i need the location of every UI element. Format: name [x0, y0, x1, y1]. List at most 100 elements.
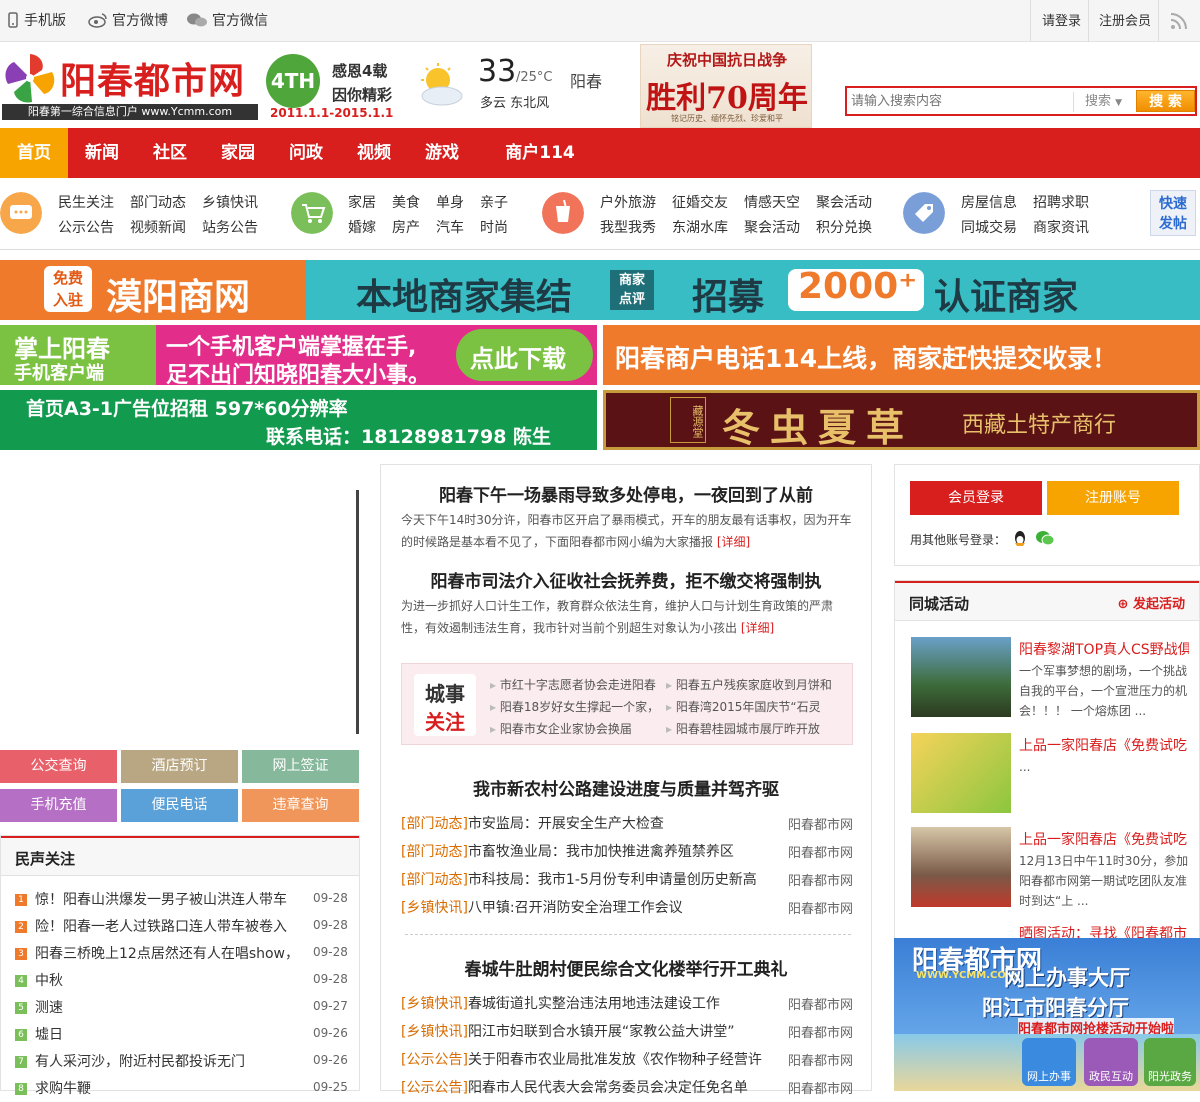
list-item[interactable]: 1 惊！阳春山洪爆发一男子被山洪连人带车 09-28	[15, 889, 351, 913]
headline-link[interactable]: 阳春下午一场暴雨导致多处停电，一夜回到了从前	[381, 481, 871, 506]
public-phone-button[interactable]: 便民电话	[121, 789, 238, 822]
news-category[interactable]: [部门动态]	[401, 816, 468, 832]
news-category[interactable]: [公示公告]	[401, 1052, 468, 1068]
list-item[interactable]: 6 墟日 09-26	[15, 1024, 351, 1048]
mobile-link[interactable]: 手机版	[6, 10, 66, 30]
mercantile-banner-ad[interactable]: 免费 入驻 漠阳商网 本地商家集结 商家 点评 招募 2000⁺ 认证商家	[0, 260, 1200, 320]
phone-recharge-button[interactable]: 手机充值	[0, 789, 117, 822]
headline-link[interactable]: 阳春市司法介入征收社会抚养费，拒不缴交将强制执	[381, 567, 871, 592]
news-row[interactable]: [部门动态]市畜牧渔业局：我市加快推进禽养殖禁养区 阳春都市网	[401, 841, 853, 863]
news-category[interactable]: [公示公告]	[401, 1080, 468, 1096]
news-row[interactable]: [公示公告]关于阳春市农业局批准发放《农作物种子经营许 阳春都市网	[401, 1049, 853, 1071]
subnav-link[interactable]: 家居	[348, 192, 376, 212]
nav-merchants-114[interactable]: 商户114	[490, 128, 590, 178]
subnav-link[interactable]: 聚会活动	[744, 217, 800, 237]
list-item[interactable]: 7 有人采河沙，附近村民都投诉无门 09-26	[15, 1051, 351, 1075]
subnav-link[interactable]: 视频新闻	[130, 217, 186, 237]
headline-link[interactable]: 我市新农村公路建设进度与质量并驾齐驱	[381, 775, 871, 800]
rss-link[interactable]	[1170, 12, 1188, 30]
city-focus-link[interactable]: 市红十字志愿者协会走进阳春	[490, 676, 656, 693]
wechat-link[interactable]: 官方微信	[186, 10, 268, 30]
subnav-link[interactable]: 情感天空	[744, 192, 800, 212]
activity-title[interactable]: 阳春黎湖TOP真人CS野战俱	[1019, 639, 1189, 659]
list-item[interactable]: 3 阳春三桥晚上12点居然还有人在唱show， 09-28	[15, 943, 351, 967]
headline-link[interactable]: 春城牛肚朗村便民综合文化楼举行开工典礼	[381, 955, 871, 980]
register-link[interactable]: 注册会员	[1099, 10, 1151, 29]
merchant-114-banner-ad[interactable]: 阳春商户电话114上线，商家赶快提交收录！	[603, 325, 1200, 385]
weather-widget[interactable]: 33 /25°C 阳春 多云 东北风	[416, 54, 616, 118]
victory-anniversary-banner[interactable]: 庆祝中国抗日战争 胜利70周年 铭记历史、缅怀先烈、珍爱和平	[640, 44, 812, 128]
subnav-link[interactable]: 积分兑换	[816, 217, 872, 237]
subnav-link[interactable]: 时尚	[480, 217, 508, 237]
news-row[interactable]: [公示公告]阳春市人民代表大会常务委员会决定任免名单 阳春都市网	[401, 1077, 853, 1099]
subnav-link[interactable]: 聚会活动	[816, 192, 872, 212]
online-service-float-ad[interactable]: 阳春都市网 WWW.YCMM.COM 网上办事大厅 阳江市阳春分厅 阳春都市网抢…	[894, 938, 1200, 1091]
gov-interaction-button[interactable]: 政民互动	[1084, 1038, 1138, 1086]
news-category[interactable]: [乡镇快讯]	[401, 900, 468, 916]
news-row[interactable]: [部门动态]市安监局：开展安全生产大检查 阳春都市网	[401, 813, 853, 835]
member-login-button[interactable]: 会员登录	[910, 481, 1042, 515]
login-link[interactable]: 请登录	[1042, 10, 1081, 29]
ad-slot-rental-banner[interactable]: 首页A3-1广告位招租 597*60分辨率 联系电话：18128981798 陈…	[0, 390, 597, 450]
nav-politics[interactable]: 问政	[272, 128, 340, 178]
search-type-dropdown[interactable]: 搜索 ▼	[1073, 92, 1133, 112]
subnav-link[interactable]: 婚嫁	[348, 217, 376, 237]
launch-activity-link[interactable]: ⊕ 发起活动	[1118, 593, 1185, 612]
activity-thumbnail[interactable]	[911, 637, 1011, 717]
mobile-app-banner-ad[interactable]: 掌上阳春 手机客户端 一个手机客户端掌握在手, 足不出门知晓阳春大小事。 点此下…	[0, 325, 597, 385]
subnav-link[interactable]: 商家资讯	[1033, 217, 1089, 237]
quick-post-button[interactable]: 快速 发帖	[1150, 190, 1196, 236]
subnav-link[interactable]: 部门动态	[130, 192, 186, 212]
subnav-link[interactable]: 招聘求职	[1033, 192, 1089, 212]
search-input[interactable]	[851, 91, 1071, 111]
subnav-link[interactable]: 同城交易	[961, 217, 1017, 237]
list-item[interactable]: 2 险！阳春一老人过铁路口连人带车被卷入 09-28	[15, 916, 351, 940]
nav-community[interactable]: 社区	[136, 128, 204, 178]
nav-home[interactable]: 首页	[0, 128, 68, 178]
nav-games[interactable]: 游戏	[408, 128, 476, 178]
subnav-link[interactable]: 房屋信息	[961, 192, 1017, 212]
search-button[interactable]: 搜 索	[1136, 90, 1195, 112]
news-row[interactable]: [乡镇快讯]阳江市妇联到合水镇开展“家教公益大讲堂” 阳春都市网	[401, 1021, 853, 1043]
bus-query-button[interactable]: 公交查询	[0, 750, 117, 783]
qq-icon[interactable]	[1011, 529, 1029, 547]
wechat-login-icon[interactable]	[1035, 529, 1055, 547]
subnav-link[interactable]: 美食	[392, 192, 420, 212]
nav-video[interactable]: 视频	[340, 128, 408, 178]
news-category[interactable]: [部门动态]	[401, 872, 468, 888]
news-category[interactable]: [部门动态]	[401, 844, 468, 860]
traffic-violation-button[interactable]: 违章查询	[242, 789, 359, 822]
subnav-link[interactable]: 站务公告	[202, 217, 258, 237]
city-focus-link[interactable]: 阳春湾2015年国庆节“石灵	[666, 698, 821, 715]
online-service-button[interactable]: 网上办事	[1022, 1038, 1076, 1086]
subnav-link[interactable]: 我型我秀	[600, 217, 656, 237]
cordyceps-banner-ad[interactable]: 藏源堂 冬虫夏草 西藏土特产商行	[603, 390, 1200, 450]
subnav-link[interactable]: 东湖水库	[672, 217, 728, 237]
online-visa-button[interactable]: 网上签证	[242, 750, 359, 783]
subnav-link[interactable]: 房产	[392, 217, 420, 237]
city-focus-link[interactable]: 阳春碧桂园城市展厅昨开放	[666, 720, 820, 737]
detail-link[interactable]: [详细]	[741, 621, 774, 635]
list-item[interactable]: 8 求购牛鞭 09-25	[15, 1078, 351, 1102]
register-account-button[interactable]: 注册账号	[1047, 481, 1179, 515]
news-category[interactable]: [乡镇快讯]	[401, 996, 468, 1012]
site-logo[interactable]: 阳春都市网 阳春第一综合信息门户 www.Ycmm.com	[2, 50, 262, 122]
city-focus-link[interactable]: 阳春18岁好女生撑起一个家，	[490, 698, 659, 715]
subnav-link[interactable]: 单身	[436, 192, 464, 212]
list-item[interactable]: 4 中秋 09-28	[15, 970, 351, 994]
list-item[interactable]: 5 测速 09-27	[15, 997, 351, 1021]
news-row[interactable]: [乡镇快讯]八甲镇:召开消防安全治理工作会议 阳春都市网	[401, 897, 853, 919]
hotel-booking-button[interactable]: 酒店预订	[121, 750, 238, 783]
subnav-link[interactable]: 亲子	[480, 192, 508, 212]
nav-news[interactable]: 新闻	[68, 128, 136, 178]
subnav-link[interactable]: 汽车	[436, 217, 464, 237]
city-focus-link[interactable]: 阳春市女企业家协会换届	[490, 720, 632, 737]
subnav-link[interactable]: 户外旅游	[600, 192, 656, 212]
detail-link[interactable]: [详细]	[717, 535, 750, 549]
activity-thumbnail[interactable]	[911, 827, 1011, 907]
news-row[interactable]: [部门动态]市科技局：我市1-5月份专利申请量创历史新高 阳春都市网	[401, 869, 853, 891]
subnav-link[interactable]: 民生关注	[58, 192, 114, 212]
activity-title[interactable]: 上品一家阳春店《免费试吃	[1019, 735, 1189, 755]
subnav-link[interactable]: 乡镇快讯	[202, 192, 258, 212]
weibo-link[interactable]: 官方微博	[88, 10, 168, 30]
